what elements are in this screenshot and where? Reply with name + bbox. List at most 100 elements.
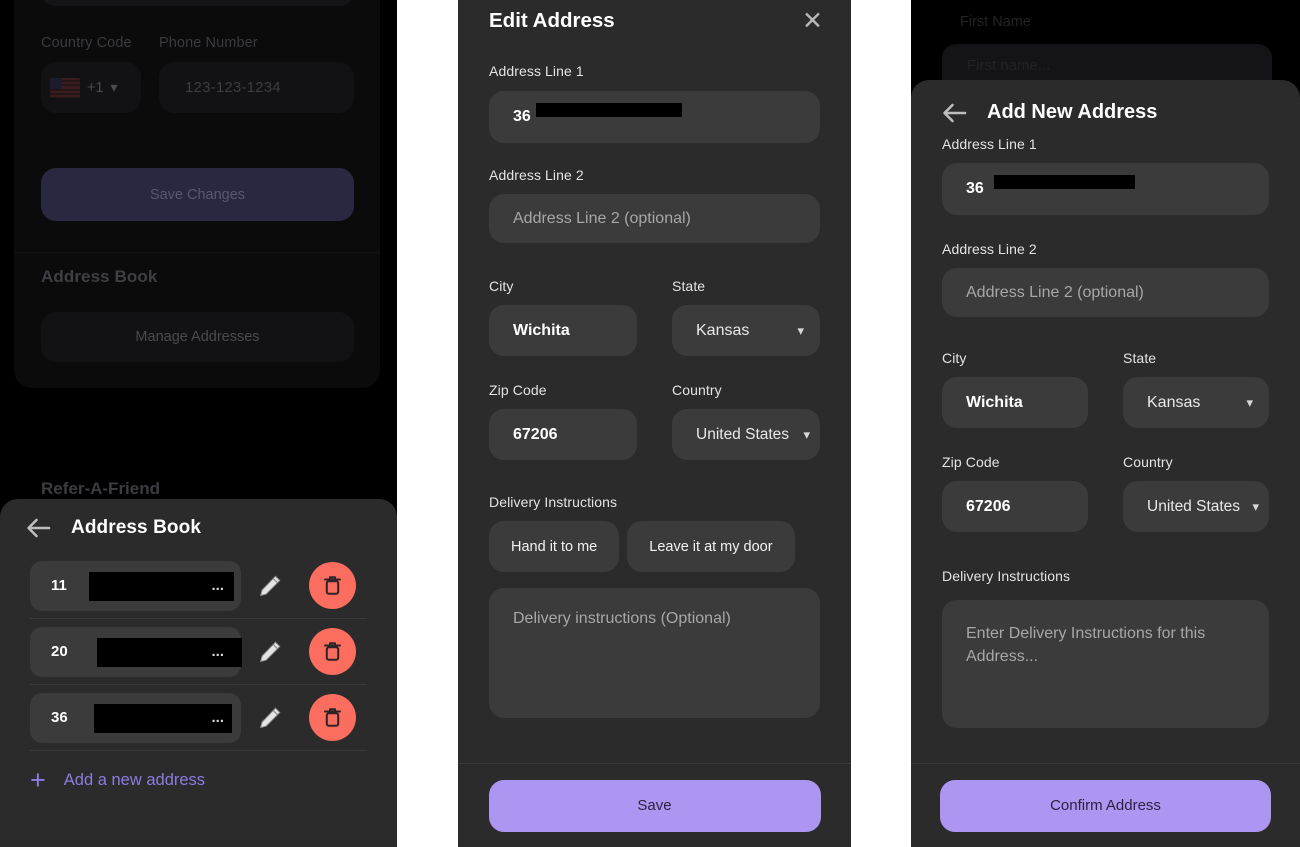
address-line-2-placeholder: Address Line 2 (optional) <box>513 209 691 227</box>
city-label: City <box>489 278 514 294</box>
trash-icon <box>324 708 341 727</box>
list-item[interactable]: 11 ... <box>0 553 397 618</box>
trash-icon <box>324 576 341 595</box>
screenshot-stage: Country Code Phone Number +1 ▾ 123-123-1… <box>0 0 1300 847</box>
state-group: State Kansas ▾ <box>1123 350 1269 428</box>
address-book-sheet: Address Book 11 ... 20 ... 36 ... + Add … <box>0 499 397 847</box>
address-line-1-input[interactable]: 36 <box>942 163 1269 215</box>
delete-address-button[interactable] <box>309 628 356 675</box>
state-group: State Kansas ▾ <box>672 278 820 356</box>
zip-code-label: Zip Code <box>942 454 1000 470</box>
edit-address-footer: Save <box>458 763 851 847</box>
address-book-header: Address Book <box>0 499 397 539</box>
address-line-1-input[interactable]: 36 <box>489 91 820 143</box>
save-changes-button[interactable]: Save Changes <box>41 168 354 221</box>
chevron-down-icon: ▾ <box>110 79 118 95</box>
add-new-address-sheet: Add New Address Address Line 1 36 Addres… <box>911 80 1300 847</box>
add-new-address-header: Add New Address <box>911 80 1300 124</box>
state-select[interactable]: Kansas ▾ <box>1123 377 1269 428</box>
country-select[interactable]: United States ▾ <box>1123 481 1269 532</box>
city-value: Wichita <box>513 321 570 339</box>
pencil-icon <box>259 640 281 662</box>
chevron-down-icon: ▾ <box>803 427 810 442</box>
city-input[interactable]: Wichita <box>942 377 1088 428</box>
delivery-chip-leave-at-door[interactable]: Leave it at my door <box>627 521 795 572</box>
add-new-address-label: Add a new address <box>63 771 206 789</box>
city-group: City Wichita <box>489 278 637 356</box>
edit-address-button[interactable] <box>241 639 299 665</box>
pencil-icon <box>259 706 281 728</box>
trash-icon <box>324 642 341 661</box>
address-pill[interactable]: 11 ... <box>30 560 241 611</box>
state-value: Kansas <box>1147 393 1201 411</box>
state-label: State <box>1123 350 1157 366</box>
add-new-address-button[interactable]: + Add a new address <box>0 751 397 794</box>
manage-addresses-button[interactable]: Manage Addresses <box>41 312 354 362</box>
address-truncation: ... <box>211 577 224 594</box>
delivery-instructions-placeholder: Enter Delivery Instructions for this Add… <box>966 625 1206 666</box>
country-group: Country United States ▾ <box>672 382 820 460</box>
address-pill[interactable]: 20 ... <box>30 626 242 677</box>
zip-code-value: 67206 <box>966 497 1011 515</box>
confirm-address-button[interactable]: Confirm Address <box>940 779 1271 832</box>
delivery-instructions-label: Delivery Instructions <box>942 568 1071 584</box>
edit-address-form: Address Line 1 36 Address Line 2 Address… <box>458 63 851 718</box>
delete-address-button[interactable] <box>309 694 356 741</box>
left-panel-account-page: Country Code Phone Number +1 ▾ 123-123-1… <box>0 0 397 847</box>
first-name-label: First Name <box>960 14 1031 30</box>
delivery-chip-hand-it-to-me[interactable]: Hand it to me <box>489 521 620 572</box>
chevron-down-icon: ▾ <box>797 323 804 338</box>
country-code-select[interactable]: +1 ▾ <box>41 62 141 113</box>
zip-code-value: 67206 <box>513 425 558 443</box>
phone-number-input[interactable]: 123-123-1234 <box>159 62 354 113</box>
zip-country-row: Zip Code 67206 Country United States ▾ <box>489 382 820 460</box>
address-truncation: ... <box>211 643 224 660</box>
delivery-option-chips: Hand it to me Leave it at my door <box>489 521 820 572</box>
page-title: Edit Address <box>489 9 615 32</box>
zip-group: Zip Code 67206 <box>942 454 1088 532</box>
country-select[interactable]: United States ▾ <box>672 409 820 460</box>
redaction-bar <box>994 175 1135 189</box>
delivery-instructions-textarea[interactable]: Delivery instructions (Optional) <box>489 588 820 718</box>
state-select[interactable]: Kansas ▾ <box>672 305 820 356</box>
delivery-instructions-label: Delivery Instructions <box>489 494 618 510</box>
edit-address-button[interactable] <box>241 705 299 731</box>
address-line-2-label: Address Line 2 <box>942 241 1037 257</box>
city-label: City <box>942 350 967 366</box>
country-code-value: +1 <box>87 79 104 96</box>
list-item[interactable]: 20 ... <box>0 619 397 684</box>
delete-address-button[interactable] <box>309 562 356 609</box>
state-value: Kansas <box>696 321 750 339</box>
add-new-address-footer: Confirm Address <box>911 763 1300 847</box>
zip-code-input[interactable]: 67206 <box>942 481 1088 532</box>
zip-code-input[interactable]: 67206 <box>489 409 637 460</box>
delivery-instructions-textarea[interactable]: Enter Delivery Instructions for this Add… <box>942 600 1269 728</box>
first-name-placeholder: First name... <box>967 57 1051 74</box>
country-group: Country United States ▾ <box>1123 454 1269 532</box>
city-value: Wichita <box>966 393 1023 411</box>
address-line-2-input[interactable]: Address Line 2 (optional) <box>489 194 820 243</box>
arrow-left-icon[interactable] <box>26 517 52 539</box>
middle-panel-edit-address-modal: Edit Address ✕ Address Line 1 36 Address… <box>458 0 851 847</box>
list-item[interactable]: 36 ... <box>0 685 397 750</box>
address-book-heading: Address Book <box>41 267 158 286</box>
address-line-2-label: Address Line 2 <box>489 167 584 183</box>
address-line-2-placeholder: Address Line 2 (optional) <box>966 283 1144 301</box>
close-icon[interactable]: ✕ <box>802 8 823 34</box>
city-input[interactable]: Wichita <box>489 305 637 356</box>
arrow-left-icon[interactable] <box>942 102 968 124</box>
address-line-1-label: Address Line 1 <box>942 136 1037 152</box>
account-field-above <box>41 0 354 6</box>
redaction-bar <box>536 103 682 117</box>
edit-address-button[interactable] <box>241 573 299 599</box>
zip-country-row: Zip Code 67206 Country United States ▾ <box>942 454 1269 532</box>
zip-group: Zip Code 67206 <box>489 382 637 460</box>
city-group: City Wichita <box>942 350 1088 428</box>
plus-icon: + <box>30 765 46 795</box>
address-line-2-input[interactable]: Address Line 2 (optional) <box>942 268 1269 317</box>
phone-number-placeholder: 123-123-1234 <box>185 79 281 96</box>
address-line-1-value: 36 <box>966 180 984 197</box>
address-prefix: 20 <box>51 643 68 660</box>
address-pill[interactable]: 36 ... <box>30 692 241 743</box>
save-button[interactable]: Save <box>488 779 821 832</box>
